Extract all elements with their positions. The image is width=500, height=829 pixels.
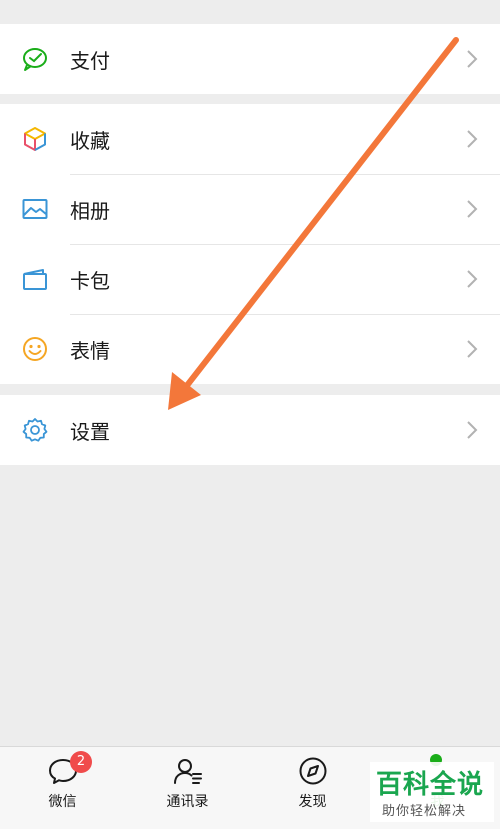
unread-badge: 2 [70,751,92,773]
album-row[interactable]: 相册 [0,174,500,244]
watermark-subtitle: 助你轻松解决 [382,804,467,819]
watermark-title: 百科全说 [376,770,485,800]
stickers-label: 表情 [70,338,110,363]
settings-section: 设置 [0,395,500,465]
tab-contacts[interactable]: 通讯录 [125,747,250,829]
chevron-right-icon [467,130,478,148]
features-section: 收藏 相册 卡包 表情 [0,104,500,384]
collections-row[interactable]: 收藏 [0,104,500,174]
pay-row[interactable]: 支付 [0,24,500,94]
tab-contacts-label: 通讯录 [166,794,209,810]
chevron-right-icon [467,270,478,288]
chevron-right-icon [467,340,478,358]
stickers-row[interactable]: 表情 [0,314,500,384]
cards-row[interactable]: 卡包 [0,244,500,314]
collections-label: 收藏 [70,128,110,153]
pay-label: 支付 [70,48,110,73]
cards-label: 卡包 [70,268,110,293]
pay-section: 支付 [0,24,500,94]
chevron-right-icon [467,421,478,439]
watermark: 百科全说 助你轻松解决 [370,762,494,822]
album-label: 相册 [70,198,110,223]
tab-chats-label: 微信 [48,794,77,810]
compass-icon [299,757,326,785]
contacts-icon [173,759,202,784]
gear-icon [20,415,50,445]
picture-icon [20,194,50,224]
card-wallet-icon [20,264,50,294]
settings-label: 设置 [70,419,110,444]
tab-chats[interactable]: 2 微信 [0,747,125,829]
cube-icon [20,124,50,154]
wallet-icon [20,44,50,74]
chevron-right-icon [467,50,478,68]
smiley-icon [20,334,50,364]
chevron-right-icon [467,200,478,218]
settings-row[interactable]: 设置 [0,395,500,465]
tab-discover[interactable]: 发现 [250,747,375,829]
tab-discover-label: 发现 [298,794,327,810]
